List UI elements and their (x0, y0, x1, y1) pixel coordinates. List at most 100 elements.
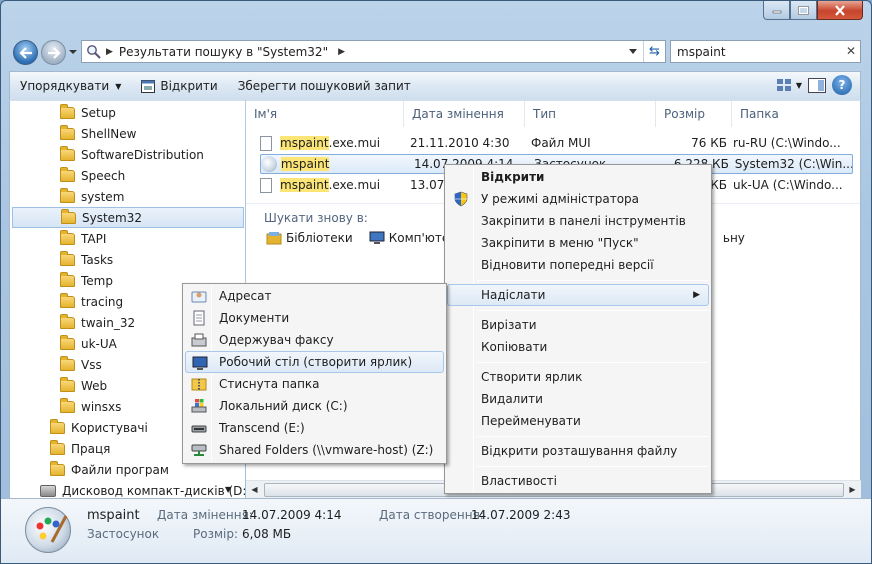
windows-drive-icon (191, 399, 207, 413)
tree-item[interactable]: winsxs (60, 396, 121, 417)
tree-item[interactable]: system (60, 186, 124, 207)
save-search-label: Зберегти пошуковий запит (237, 79, 411, 93)
folder-icon (60, 166, 75, 182)
caption-buttons (763, 1, 863, 20)
details-pane: mspaint Застосунок Дата змінення: 14.07.… (1, 498, 871, 563)
address-history-dropdown[interactable] (625, 41, 641, 62)
send-to-fax[interactable]: Одержувач факсу (185, 329, 444, 351)
chevron-down-icon[interactable]: ▼ (225, 485, 231, 494)
tree-item-selected[interactable]: System32 (12, 207, 244, 228)
breadcrumb-separator-icon[interactable]: ▶ (106, 47, 113, 57)
menu-item-cut[interactable]: Вирізати (447, 314, 709, 336)
computer-icon (369, 231, 385, 244)
clear-search-icon[interactable]: ✕ (846, 44, 856, 58)
details-file-name: mspaint (87, 508, 140, 523)
help-button[interactable]: ? (832, 75, 852, 95)
file-icon (260, 177, 272, 193)
uac-shield-icon (454, 191, 468, 207)
maximize-button[interactable] (790, 1, 817, 20)
tree-item[interactable]: SoftwareDistribution (60, 144, 204, 165)
menu-item-copy[interactable]: Копіювати (447, 336, 709, 358)
menu-item-properties[interactable]: Властивості (447, 470, 709, 492)
menu-item-pin-taskbar[interactable]: Закріпити в панелі інструментів (447, 210, 709, 232)
send-to-local-disk[interactable]: Локальний диск (C:) (185, 395, 444, 417)
send-to-zip[interactable]: Стиснута папка (185, 373, 444, 395)
column-folder[interactable]: Папка (732, 101, 852, 127)
send-to-network-drive[interactable]: Shared Folders (\\vmware-host) (Z:) (185, 439, 444, 461)
view-options-button[interactable]: ▼ (776, 78, 802, 92)
menu-item-delete[interactable]: Видалити (447, 388, 709, 410)
send-to-desktop[interactable]: Робочий стіл (створити ярлик) (185, 351, 444, 373)
tree-item[interactable]: Tasks (60, 249, 113, 270)
tree-item[interactable]: Файли програм (50, 459, 169, 480)
search-libraries-link[interactable]: Бібліотеки (266, 231, 353, 245)
column-size[interactable]: Розмір (656, 101, 732, 127)
send-to-submenu: Адресат Документи Одержувач факсу Робочи… (182, 283, 447, 464)
send-to-contact[interactable]: Адресат (185, 285, 444, 307)
chevron-down-icon: ▼ (115, 81, 122, 91)
menu-item-open[interactable]: Відкрити (447, 166, 709, 188)
details-modified-value: 14.07.2009 4:14 (242, 508, 342, 522)
organize-button[interactable]: Упорядкувати ▼ (10, 72, 131, 100)
breadcrumb[interactable]: Результати пошуку в "System32" (119, 45, 328, 59)
tree-item[interactable]: Web (60, 375, 107, 396)
menu-separator (477, 436, 708, 437)
forward-button[interactable] (41, 40, 66, 65)
search-value: mspaint (677, 44, 726, 59)
menu-item-create-shortcut[interactable]: Створити ярлик (447, 366, 709, 388)
menu-item-pin-start[interactable]: Закріпити в меню "Пуск" (447, 232, 709, 254)
send-to-documents[interactable]: Документи (185, 307, 444, 329)
refresh-button[interactable]: ⇆ (643, 41, 665, 62)
table-row[interactable]: mspaint.exe.mui 21.11.2010 4:30 Файл MUI… (260, 133, 853, 153)
menu-separator (477, 466, 708, 467)
open-button[interactable]: Відкрити (131, 72, 227, 100)
search-custom-link[interactable]: ьну (723, 231, 745, 245)
breadcrumb-separator-icon[interactable]: ▶ (338, 47, 345, 57)
menu-item-run-as-admin[interactable]: У режимі адміністратора (447, 188, 709, 210)
tree-item[interactable]: Користувачі (50, 417, 148, 438)
back-button[interactable] (13, 40, 38, 65)
tree-item[interactable]: Дисковод компакт-дисків (D:) (40, 480, 245, 498)
tree-item[interactable]: tracing (60, 291, 123, 312)
details-size-value: 6,08 МБ (242, 527, 292, 541)
minimize-button[interactable] (763, 1, 790, 20)
search-input[interactable]: mspaint ✕ (670, 40, 861, 63)
organize-label: Упорядкувати (20, 79, 110, 93)
close-button[interactable] (817, 1, 863, 20)
folder-icon (60, 292, 75, 308)
folder-icon (61, 208, 76, 224)
send-to-transcend[interactable]: Transcend (E:) (185, 417, 444, 439)
menu-item-rename[interactable]: Перейменувати (447, 410, 709, 432)
libraries-icon (266, 232, 282, 245)
scroll-right-icon[interactable]: ▶ (844, 482, 861, 498)
contact-icon (191, 291, 207, 303)
column-type[interactable]: Тип (525, 101, 656, 127)
tree-item[interactable]: Speech (60, 165, 125, 186)
tree-item[interactable]: TAPI (60, 228, 106, 249)
tree-item[interactable]: Vss (60, 354, 102, 375)
removable-drive-icon (191, 425, 207, 433)
folder-icon (50, 439, 65, 455)
tree-item[interactable]: Праця (50, 438, 110, 459)
menu-item-restore-versions[interactable]: Відновити попередні версії (447, 254, 709, 276)
preview-pane-button[interactable] (808, 77, 826, 93)
column-date[interactable]: Дата змінення (404, 101, 525, 127)
chevron-down-icon[interactable] (68, 47, 78, 57)
save-search-button[interactable]: Зберегти пошуковий запит (228, 72, 421, 100)
view-details-icon (776, 79, 791, 91)
tree-item[interactable]: uk-UA (60, 333, 117, 354)
tree-item[interactable]: ShellNew (60, 123, 136, 144)
folder-icon (60, 229, 75, 245)
scroll-left-icon[interactable]: ◀ (246, 482, 263, 498)
menu-item-open-location[interactable]: Відкрити розташування файлу (447, 440, 709, 462)
address-bar[interactable]: ▶ Результати пошуку в "System32" ▶ ⇆ (81, 40, 666, 63)
details-file-type: Застосунок (87, 527, 160, 541)
folder-icon (60, 103, 75, 119)
tree-item[interactable]: twain_32 (60, 312, 135, 333)
tree-item[interactable]: Setup (60, 102, 116, 123)
folder-icon (60, 376, 75, 392)
view-controls: ▼ ? (770, 75, 852, 95)
column-name[interactable]: Ім'я (246, 101, 404, 127)
tree-item[interactable]: Temp (60, 270, 113, 291)
menu-item-send-to[interactable]: Надіслати ▶ (447, 284, 709, 306)
